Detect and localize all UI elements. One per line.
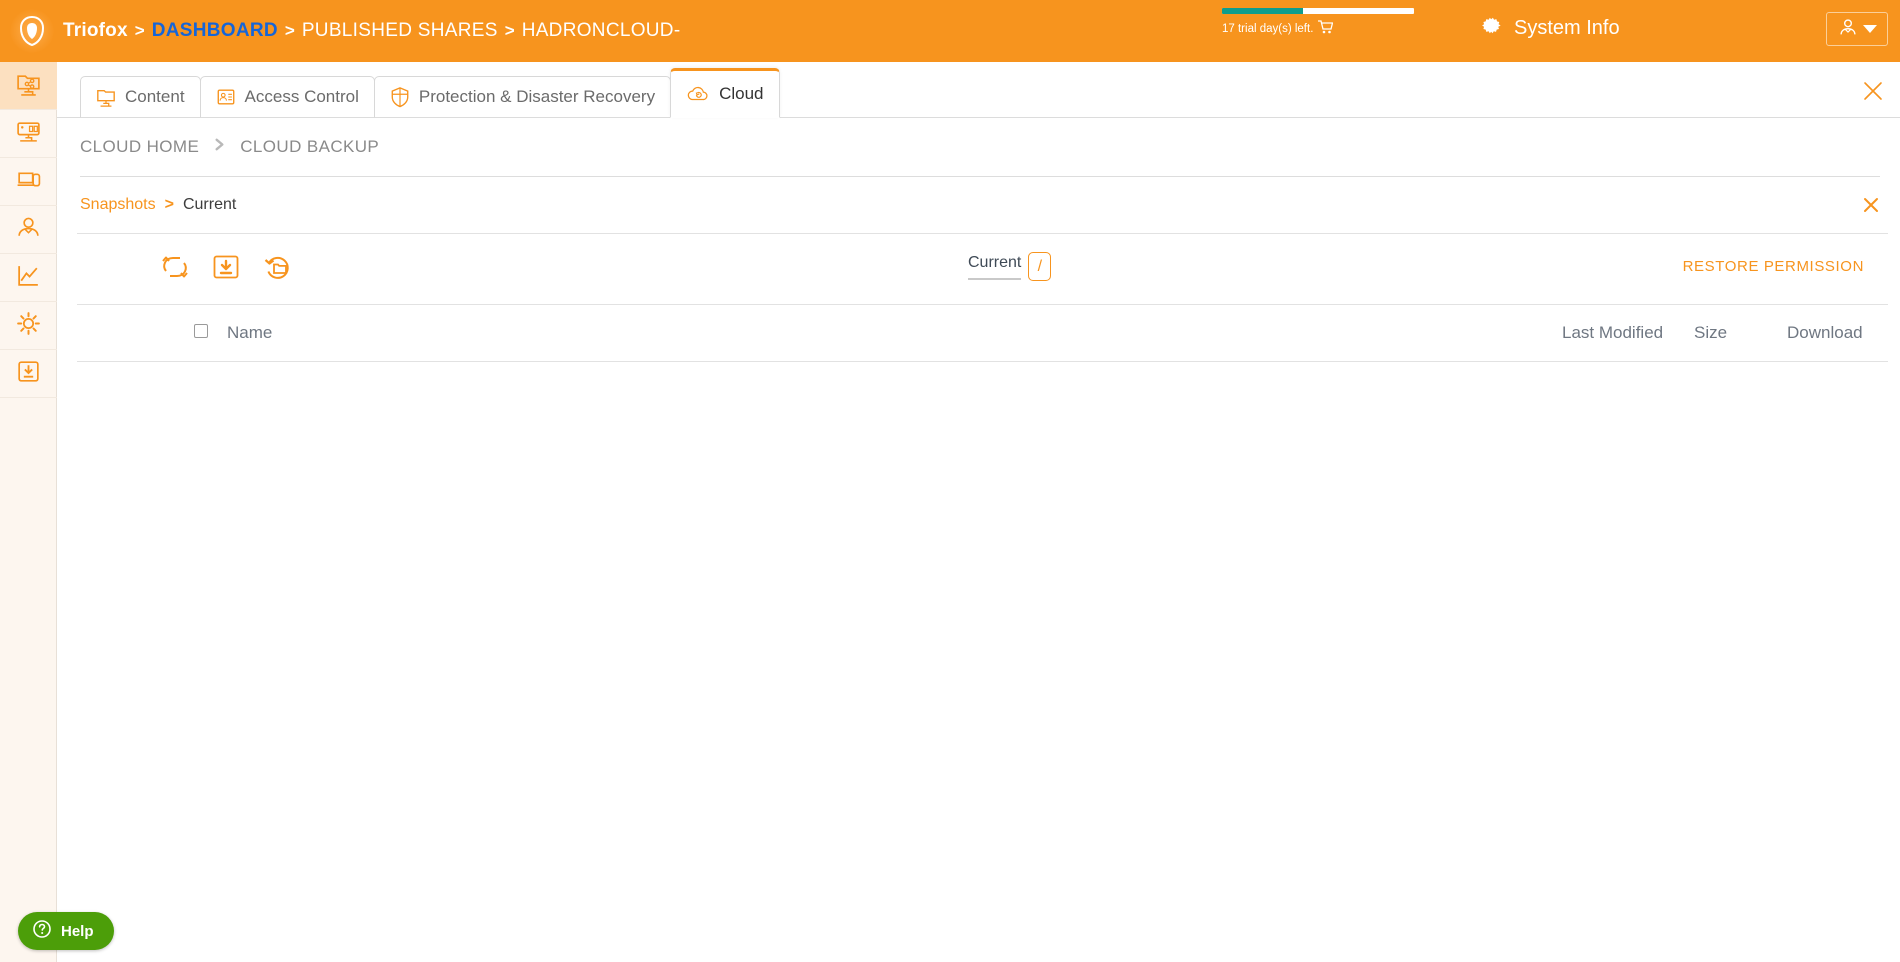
cloud-breadcrumb: CLOUD HOME CLOUD BACKUP [57,118,1900,176]
column-header-size[interactable]: Size [1694,323,1727,343]
sidebar-item-shared-folders[interactable] [0,62,57,110]
column-header-last-modified[interactable]: Last Modified [1562,323,1663,343]
sync-arrows-icon [160,253,190,286]
main-panel: Content Access Control Protection & Disa… [57,62,1900,962]
breadcrumb-dashboard[interactable]: DASHBOARD [152,20,278,42]
column-header-download[interactable]: Download [1787,323,1863,343]
snapshot-path-current[interactable]: Current [968,254,1022,280]
snapshot-path-root-chip[interactable]: / [1028,252,1052,281]
folder-download-icon [212,253,240,286]
snapshot-breadcrumb-row: Snapshots > Current [57,177,1900,233]
breadcrumb-separator-3: > [504,21,515,40]
monitor-icon [15,118,42,150]
access-control-icon [216,87,236,107]
system-info-button[interactable]: System Info [1477,12,1620,44]
tab-list: Content Access Control Protection & Disa… [80,68,780,118]
user-avatar-icon [1837,16,1859,43]
close-panel-button[interactable] [1860,78,1886,104]
shield-icon [390,86,410,108]
chevron-down-icon [1863,25,1877,33]
breadcrumb-separator-1: > [134,21,145,40]
trial-status: 17 trial day(s) left. [1222,8,1414,38]
user-icon [15,214,42,246]
close-snapshot-button[interactable] [1859,193,1883,217]
help-button[interactable]: Help [18,912,114,950]
snapshot-path: Current / [968,252,1052,281]
tab-access-control[interactable]: Access Control [199,76,375,118]
sidebar-item-settings[interactable] [0,302,57,350]
tab-protection-disaster-recovery[interactable]: Protection & Disaster Recovery [373,76,672,118]
tab-content[interactable]: Content [80,76,201,118]
system-info-label: System Info [1514,16,1620,39]
sidebar-item-devices[interactable] [0,158,57,206]
cloud-breadcrumb-backup[interactable]: CLOUD BACKUP [240,137,379,157]
gear-icon [15,310,42,342]
sidebar-item-dashboard[interactable] [0,110,57,158]
trial-days-label: 17 trial day(s) left. [1222,22,1314,35]
select-all-checkbox[interactable] [194,324,208,338]
breadcrumb-hadroncloud: HADRONCLOUD- [521,20,681,41]
close-icon [1864,82,1882,100]
sidebar-item-users[interactable] [0,206,57,254]
sidebar-item-downloads[interactable] [0,350,57,398]
question-circle-icon [32,919,52,944]
content-folder-icon [96,87,116,107]
gear-icon [1477,12,1504,44]
breadcrumb-published-shares[interactable]: PUBLISHED SHARES [302,20,498,42]
download-folder-button[interactable] [212,253,240,286]
breadcrumb-separator-2: > [284,21,295,40]
file-table-body [57,362,1900,842]
close-icon [1864,198,1878,212]
sidebar [0,62,57,962]
chart-line-icon [15,262,42,294]
top-bar: Triofox > DASHBOARD > PUBLISHED SHARES >… [0,0,1900,62]
trial-text-row: 17 trial day(s) left. [1222,20,1412,38]
devices-icon [15,166,42,198]
download-box-icon [15,358,42,390]
chevron-right-icon [212,137,227,157]
tab-content-label: Content [125,87,185,106]
restore-folder-icon [262,252,292,287]
brand-name: Triofox [63,20,128,41]
toolbar-buttons [57,252,292,287]
tab-cloud-label: Cloud [719,84,764,103]
cloud-breadcrumb-home[interactable]: CLOUD HOME [80,137,199,157]
trial-progress-bar [1222,8,1414,14]
help-label: Help [61,922,94,940]
brand[interactable]: Triofox [0,9,128,53]
snapshot-separator: > [164,196,174,213]
sync-button[interactable] [160,253,190,286]
restore-folder-button[interactable] [262,252,292,287]
cloud-sync-icon [686,84,710,104]
user-menu-button[interactable] [1826,12,1888,46]
trial-progress-fill [1222,8,1303,14]
triofox-logo-icon [10,9,54,53]
restore-permission-button[interactable]: RESTORE PERMISSION [1683,258,1864,275]
file-table-header: Name Last Modified Size Download [57,305,1900,361]
tab-protection-label: Protection & Disaster Recovery [418,87,656,106]
shared-folder-icon [15,70,42,102]
tab-access-control-label: Access Control [244,87,359,106]
tab-cloud[interactable]: Cloud [670,68,780,118]
snapshots-link[interactable]: Snapshots [80,196,156,214]
shopping-cart-icon[interactable] [1318,20,1334,38]
sidebar-item-reports[interactable] [0,254,57,302]
snapshot-current-label: Current [182,196,237,213]
tab-strip: Content Access Control Protection & Disa… [57,62,1900,118]
snapshot-toolbar: Current / RESTORE PERMISSION [57,234,1900,304]
column-header-name[interactable]: Name [227,323,272,343]
